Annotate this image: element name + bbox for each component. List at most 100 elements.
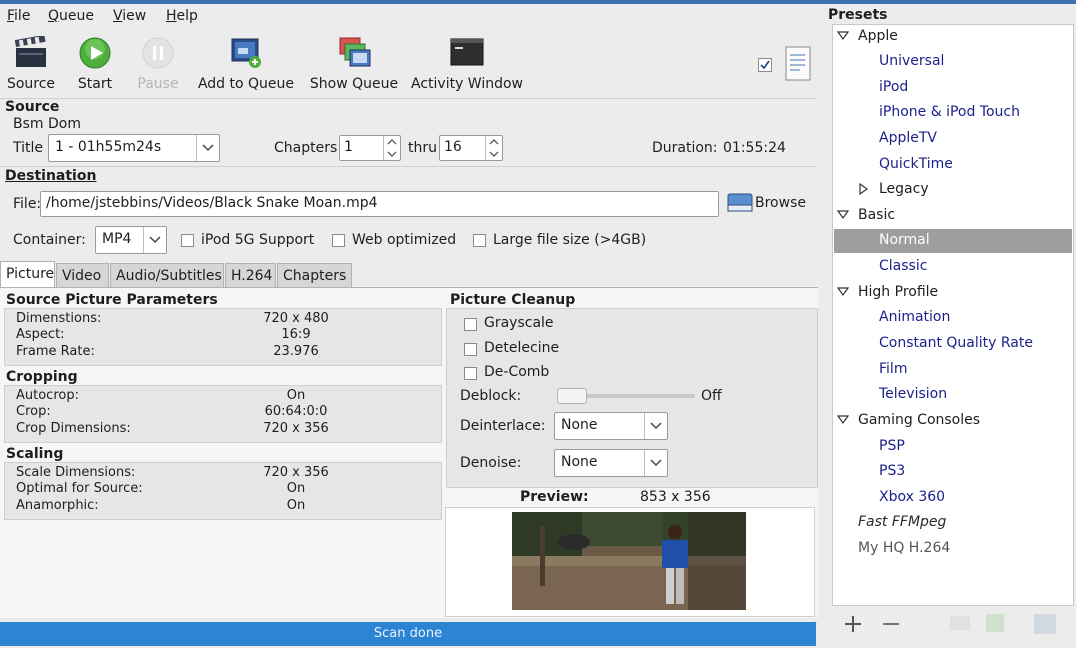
expanded-triangle-icon[interactable] bbox=[837, 287, 849, 297]
duration-value: 01:55:24 bbox=[723, 140, 786, 156]
source-button-label: Source bbox=[6, 76, 56, 92]
remove-preset-button[interactable] bbox=[881, 614, 901, 638]
decomb-label: De-Comb bbox=[484, 364, 550, 380]
preset-normal[interactable]: Normal bbox=[879, 232, 930, 248]
aspect-value: 16:9 bbox=[281, 327, 311, 342]
source-separator bbox=[0, 166, 816, 167]
preset-iphone-ipod-touch[interactable]: iPhone & iPod Touch bbox=[879, 104, 1020, 120]
crop-dimensions-value: 720 x 356 bbox=[263, 421, 329, 436]
expanded-triangle-icon[interactable] bbox=[837, 210, 849, 220]
preset-television[interactable]: Television bbox=[879, 386, 947, 402]
preset-my-hq-h264[interactable]: My HQ H.264 bbox=[858, 540, 950, 556]
menu-file[interactable]: File bbox=[7, 8, 30, 24]
preferences-document-icon[interactable] bbox=[785, 46, 811, 86]
title-select[interactable]: 1 - 01h55m24s bbox=[48, 134, 220, 162]
crop-label: Crop: bbox=[16, 404, 51, 419]
preset-constant-quality-rate[interactable]: Constant Quality Rate bbox=[879, 335, 1033, 351]
container-select[interactable]: MP4 bbox=[95, 226, 167, 254]
menu-queue[interactable]: Queue bbox=[48, 8, 94, 24]
aspect-label: Aspect: bbox=[16, 327, 65, 342]
expanded-triangle-icon[interactable] bbox=[837, 31, 849, 41]
chapters-to-spinner[interactable]: 16 bbox=[439, 135, 503, 161]
tab-audio-subtitles[interactable]: Audio/Subtitles bbox=[110, 263, 224, 287]
grayscale-label: Grayscale bbox=[484, 315, 554, 331]
tab-chapters[interactable]: Chapters bbox=[277, 263, 352, 287]
preset-xbox-360[interactable]: Xbox 360 bbox=[879, 489, 945, 505]
deinterlace-label: Deinterlace: bbox=[460, 418, 546, 434]
preset-group-basic[interactable]: Basic bbox=[858, 207, 895, 223]
menu-help[interactable]: Help bbox=[166, 8, 198, 24]
detelecine-checkbox[interactable] bbox=[464, 343, 477, 356]
collapsed-triangle-icon[interactable] bbox=[859, 183, 869, 195]
detelecine-label: Detelecine bbox=[484, 340, 560, 356]
start-button[interactable]: Start bbox=[75, 36, 115, 92]
preset-group-apple[interactable]: Apple bbox=[858, 28, 898, 44]
deblock-label: Deblock: bbox=[460, 388, 522, 404]
web-optimized-checkbox[interactable] bbox=[332, 234, 345, 247]
title-label: Title bbox=[13, 140, 44, 156]
ipod-5g-label: iPod 5G Support bbox=[201, 232, 315, 248]
deblock-slider-handle[interactable] bbox=[557, 388, 587, 404]
preset-appletv[interactable]: AppleTV bbox=[879, 130, 937, 146]
denoise-select[interactable]: None bbox=[554, 449, 668, 477]
presets-heading: Presets bbox=[828, 7, 888, 23]
large-file-checkbox[interactable] bbox=[473, 234, 486, 247]
spinner-arrows-icon[interactable] bbox=[383, 136, 400, 160]
show-queue-label: Show Queue bbox=[309, 76, 399, 92]
folder-icon bbox=[727, 192, 753, 218]
preset-ipod[interactable]: iPod bbox=[879, 79, 908, 95]
expanded-triangle-icon[interactable] bbox=[837, 415, 849, 425]
file-path-input[interactable]: /home/jstebbins/Videos/Black Snake Moan.… bbox=[40, 191, 719, 217]
chapters-from-spinner[interactable]: 1 bbox=[339, 135, 401, 161]
tab-picture[interactable]: Picture bbox=[0, 261, 55, 287]
chevron-down-icon bbox=[644, 413, 667, 439]
preset-film[interactable]: Film bbox=[879, 361, 907, 377]
optimal-source-value: On bbox=[286, 481, 306, 496]
bottom-right-blur-decoration bbox=[950, 612, 1060, 636]
spinner-arrows-icon[interactable] bbox=[485, 136, 502, 160]
preset-fast-ffmpeg[interactable]: Fast FFMpeg bbox=[858, 514, 946, 530]
preset-psp[interactable]: PSP bbox=[879, 438, 905, 454]
tab-h264[interactable]: H.264 bbox=[225, 263, 276, 287]
minus-icon bbox=[883, 623, 899, 625]
preset-toggle-checkbox[interactable] bbox=[758, 58, 772, 72]
tab-video[interactable]: Video bbox=[56, 263, 109, 287]
show-queue-button[interactable]: Show Queue bbox=[308, 36, 400, 92]
scale-dimensions-value: 720 x 356 bbox=[263, 465, 329, 480]
menu-view[interactable]: View bbox=[113, 8, 146, 24]
pause-button[interactable]: Pause bbox=[135, 36, 181, 92]
chevron-down-icon bbox=[644, 450, 667, 476]
play-icon bbox=[78, 36, 112, 70]
decomb-checkbox[interactable] bbox=[464, 367, 477, 380]
grayscale-checkbox[interactable] bbox=[464, 318, 477, 331]
add-preset-button[interactable] bbox=[843, 614, 863, 638]
ipod-5g-checkbox[interactable] bbox=[181, 234, 194, 247]
preset-classic[interactable]: Classic bbox=[879, 258, 927, 274]
add-to-queue-label: Add to Queue bbox=[197, 76, 295, 92]
frame-rate-label: Frame Rate: bbox=[16, 344, 95, 359]
frame-rate-value: 23.976 bbox=[273, 344, 319, 359]
start-button-label: Start bbox=[77, 76, 113, 92]
deinterlace-select[interactable]: None bbox=[554, 412, 668, 440]
title-select-value: 1 - 01h55m24s bbox=[55, 139, 162, 155]
denoise-label: Denoise: bbox=[460, 455, 522, 471]
preset-group-high-profile[interactable]: High Profile bbox=[858, 284, 938, 300]
preset-universal[interactable]: Universal bbox=[879, 53, 944, 69]
add-to-queue-button[interactable]: Add to Queue bbox=[196, 36, 296, 92]
preset-animation[interactable]: Animation bbox=[879, 309, 950, 325]
source-button[interactable]: Source bbox=[5, 34, 57, 92]
preset-group-gaming-consoles[interactable]: Gaming Consoles bbox=[858, 412, 980, 428]
add-queue-icon bbox=[229, 36, 263, 70]
chapters-to-value: 16 bbox=[444, 139, 462, 155]
file-label: File: bbox=[13, 196, 42, 212]
chapters-label: Chapters bbox=[274, 140, 338, 156]
scaling-heading: Scaling bbox=[6, 446, 64, 462]
activity-window-button[interactable]: Activity Window bbox=[411, 36, 523, 92]
preset-quicktime[interactable]: QuickTime bbox=[879, 156, 953, 172]
crop-dimensions-label: Crop Dimensions: bbox=[16, 421, 131, 436]
denoise-select-value: None bbox=[561, 454, 598, 470]
preset-group-legacy[interactable]: Legacy bbox=[879, 181, 929, 197]
preset-ps3[interactable]: PS3 bbox=[879, 463, 905, 479]
anamorphic-value: On bbox=[286, 498, 306, 513]
preview-image[interactable] bbox=[512, 512, 746, 610]
